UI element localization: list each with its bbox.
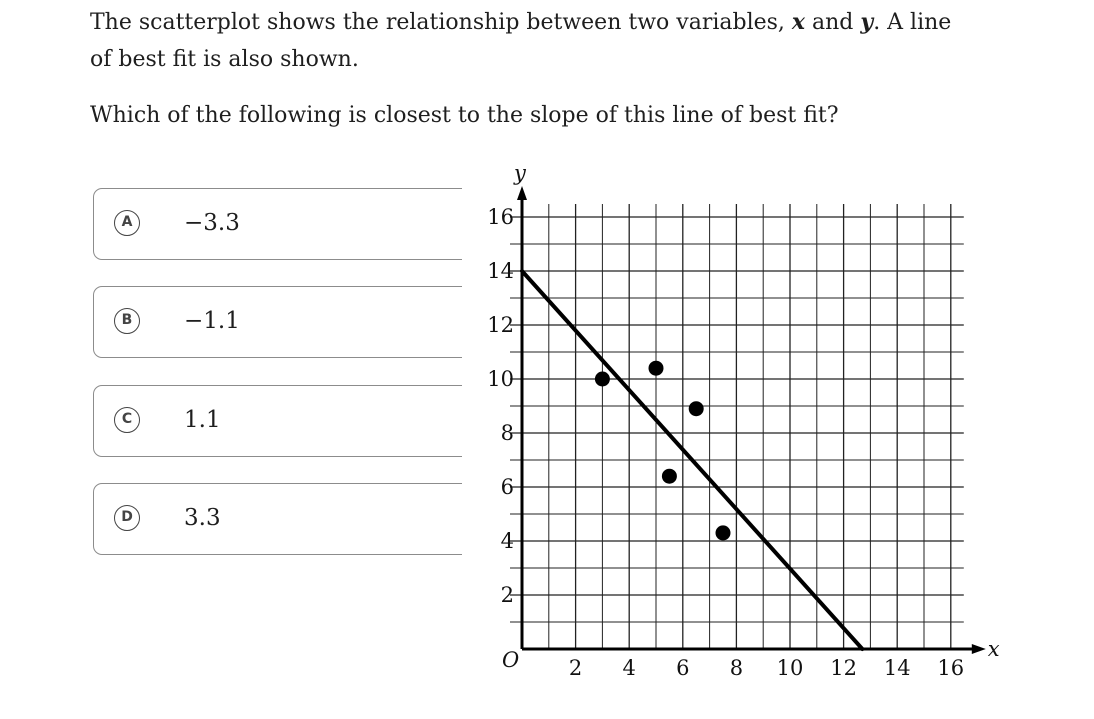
y-tick-label: 16 — [487, 205, 514, 229]
y-tick-label: 8 — [501, 421, 514, 445]
y-tick-label: 12 — [487, 313, 514, 337]
choice-a-value: −3.3 — [184, 210, 240, 236]
x-tick-label: 6 — [676, 656, 689, 680]
choice-c[interactable]: C 1.1 — [93, 385, 513, 457]
choice-b-value: −1.1 — [184, 308, 240, 334]
choice-a-letter-icon: A — [114, 210, 140, 236]
x-tick-label: 12 — [830, 656, 857, 680]
choice-c-value: 1.1 — [184, 407, 221, 433]
y-tick-label: 14 — [487, 259, 514, 283]
data-point — [661, 468, 677, 484]
question-text-part1: The scatterplot shows the relationship b… — [90, 10, 792, 35]
variable-y: y — [860, 9, 874, 35]
x-axis-arrow-icon — [971, 644, 986, 654]
scatterplot-svg: y x O 2 4 6 8 10 12 14 16 2 4 6 8 10 12 14 16 — [487, 161, 1000, 680]
data-point — [594, 371, 610, 387]
data-point — [715, 525, 731, 541]
variable-x: x — [791, 9, 806, 35]
choice-b-letter-icon: B — [114, 308, 140, 334]
question-text-line2: of best fit is also shown. — [90, 47, 359, 72]
y-axis-arrow-icon — [517, 186, 527, 200]
x-tick-label: 2 — [569, 656, 582, 680]
choice-b[interactable]: B −1.1 — [93, 286, 513, 358]
x-tick-label: 16 — [937, 656, 964, 680]
x-axis-label: x — [988, 637, 1000, 661]
choice-d[interactable]: D 3.3 — [93, 483, 513, 555]
question-text: The scatterplot shows the relationship b… — [90, 4, 1000, 78]
y-tick-label: 10 — [487, 367, 514, 391]
choice-c-letter-icon: C — [114, 407, 140, 433]
data-point — [648, 360, 664, 376]
x-tick-label: 14 — [884, 656, 911, 680]
x-tick-label: 4 — [623, 656, 636, 680]
y-tick-label: 4 — [501, 529, 514, 553]
y-axis-label: y — [513, 161, 527, 185]
scatterplot: y x O 2 4 6 8 10 12 14 16 2 4 6 8 10 12 14 16 — [462, 160, 1022, 710]
choice-a[interactable]: A −3.3 — [93, 188, 513, 260]
question-prompt: Which of the following is closest to the… — [90, 103, 839, 128]
data-point — [688, 401, 704, 417]
y-tick-label: 2 — [501, 583, 514, 607]
choice-d-letter-icon: D — [114, 505, 140, 531]
question-text-and: and — [805, 10, 861, 35]
origin-label: O — [502, 648, 519, 672]
question-text-part2: . A line — [873, 10, 952, 35]
y-tick-label: 6 — [501, 475, 514, 499]
x-tick-label: 10 — [777, 656, 804, 680]
choice-d-value: 3.3 — [184, 505, 221, 531]
x-tick-label: 8 — [730, 656, 743, 680]
